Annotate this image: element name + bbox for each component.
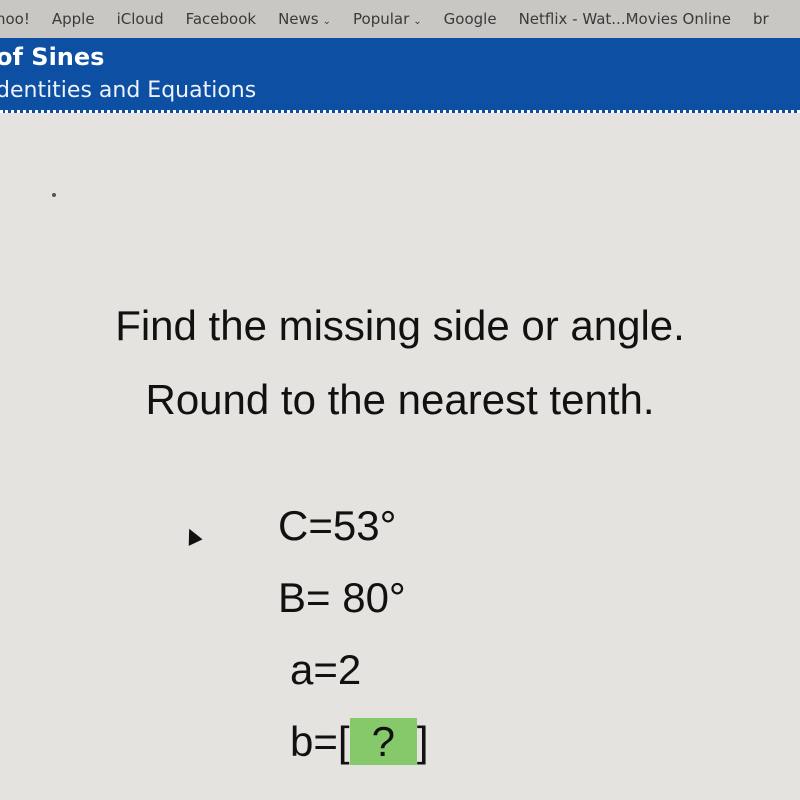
chevron-down-icon: ⌄ — [413, 16, 422, 27]
lesson-title: of Sines — [0, 43, 105, 71]
bookmark-facebook[interactable]: Facebook — [175, 10, 267, 28]
bookmarks-bar: hoo! Apple iCloud Facebook News ⌄ Popular… — [0, 0, 800, 38]
chevron-down-icon: ⌄ — [322, 16, 332, 27]
bookmark-more[interactable]: br — [742, 10, 780, 28]
bookmark-apple[interactable]: Apple — [41, 10, 106, 28]
bookmark-netflix[interactable]: Netflix - Wat...Movies Online — [508, 10, 742, 28]
bookmark-yahoo[interactable]: hoo! — [0, 10, 41, 28]
answer-row: b=[?] — [278, 706, 429, 778]
given-values: C=53° B= 80° a=2 b=[?] — [278, 490, 429, 778]
answer-prefix: b=[ — [290, 718, 350, 765]
bookmark-google[interactable]: Google — [433, 10, 508, 28]
question-line-1: Find the missing side or angle. — [115, 302, 685, 349]
bookmark-popular[interactable]: Popular ⌄ — [342, 10, 433, 28]
lesson-subtitle: dentities and Equations — [0, 78, 257, 103]
lesson-header: of Sines dentities and Equations — [0, 38, 800, 113]
bookmark-icloud[interactable]: iCloud — [106, 10, 175, 28]
bullet-dot — [52, 193, 56, 197]
bookmark-news-label: News — [278, 10, 319, 28]
bookmark-news[interactable]: News ⌄ — [267, 10, 342, 28]
given-side-a: a=2 — [290, 646, 362, 693]
answer-box[interactable]: ? — [349, 718, 417, 765]
given-angle-b: B= 80° — [278, 574, 406, 621]
given-angle-c: C=53° — [278, 502, 397, 549]
question-line-2: Round to the nearest tenth. — [145, 376, 655, 423]
answer-suffix: ] — [416, 718, 429, 765]
mouse-pointer-icon: ▲ — [179, 519, 204, 549]
bookmark-popular-label: Popular — [353, 10, 410, 28]
